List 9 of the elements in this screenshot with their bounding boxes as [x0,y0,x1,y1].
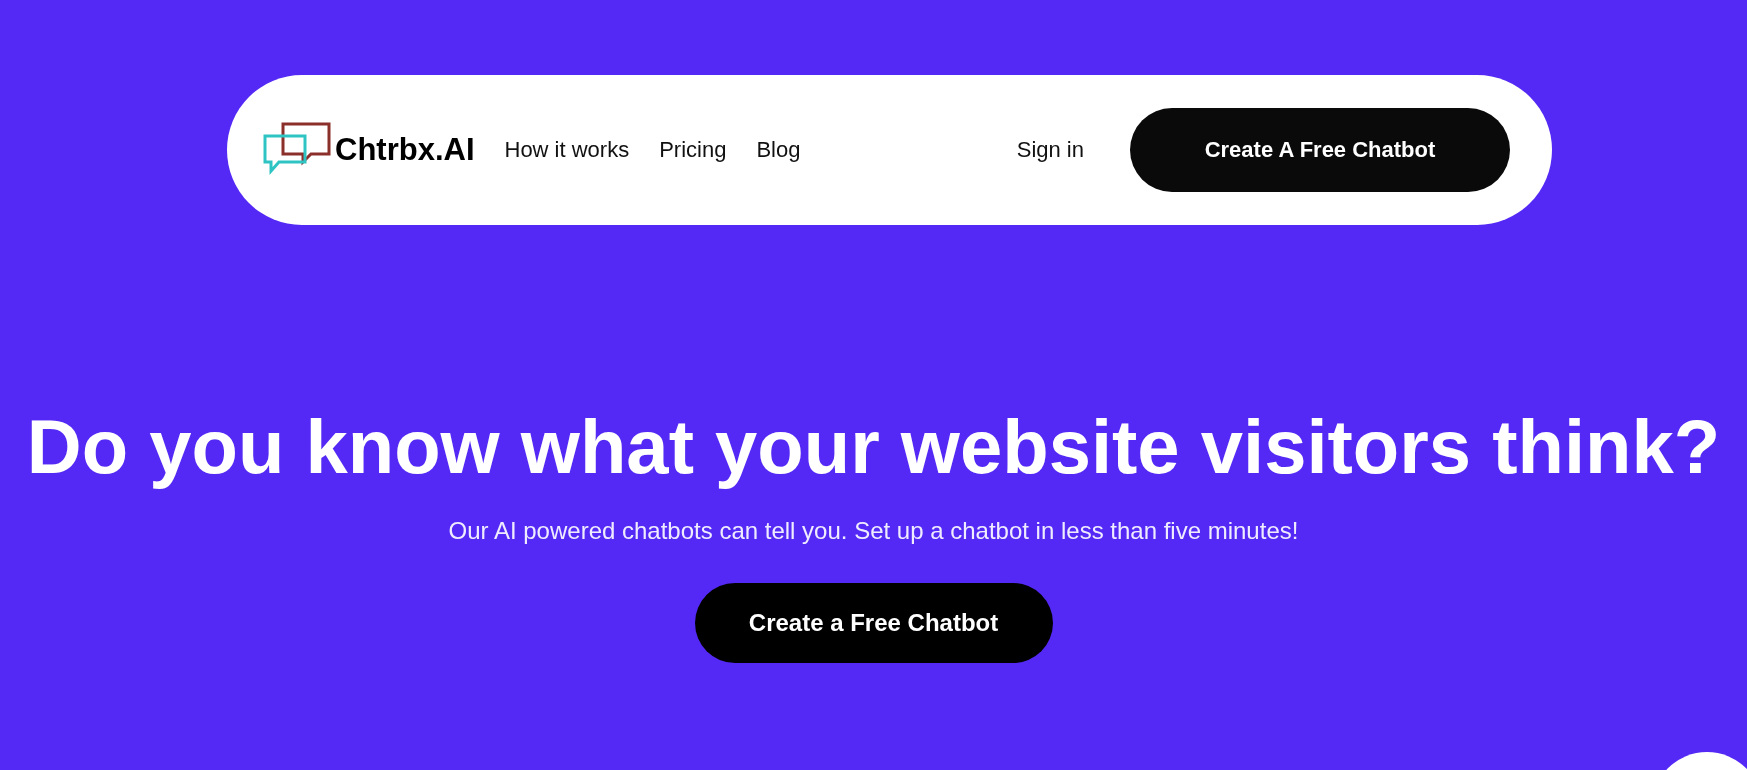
create-chatbot-button[interactable]: Create A Free Chatbot [1130,108,1510,192]
nav-link[interactable]: How it works [504,137,630,163]
nav-link[interactable]: Blog [756,137,801,163]
hero-subtitle: Our AI powered chatbots can tell you. Set up a chatbot in less than five minutes! [447,515,1300,546]
brand-name[interactable]: Chtrbx.AI [335,132,475,168]
nav-link[interactable]: Pricing [659,137,727,163]
hero-heading: Do you know what your website visitors think? [26,405,1721,489]
create-chatbot-button[interactable]: Create a Free Chatbot [694,582,1053,663]
sign-in-link[interactable]: Sign in [1016,137,1084,163]
